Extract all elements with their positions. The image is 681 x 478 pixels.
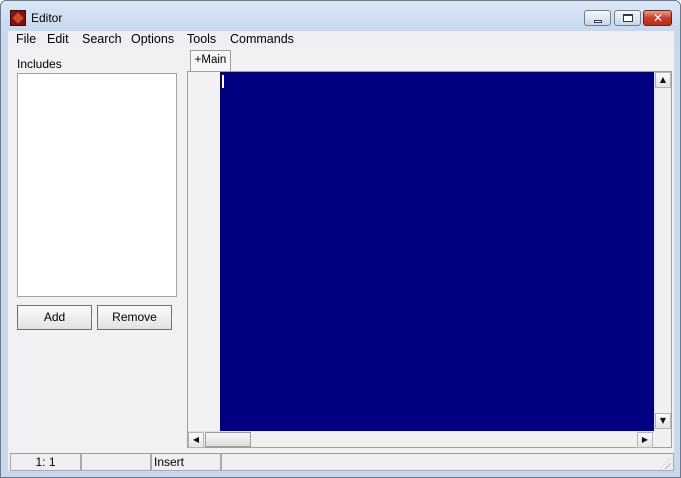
status-message <box>221 453 674 471</box>
close-icon: ✕ <box>653 11 664 25</box>
menu-bar: File Edit Search Options Tools Commands <box>8 31 674 47</box>
minimize-button[interactable] <box>584 10 611 26</box>
cursor-position: 1: 1 <box>10 453 81 471</box>
close-button[interactable]: ✕ <box>643 10 672 26</box>
add-button[interactable]: Add <box>17 305 92 330</box>
menu-tools[interactable]: Tools <box>187 32 216 46</box>
horizontal-scrollbar[interactable]: ◀ ▶ <box>188 431 654 448</box>
menu-edit[interactable]: Edit <box>47 32 69 46</box>
tab-main[interactable]: +Main <box>190 50 231 71</box>
menu-file[interactable]: File <box>16 32 36 46</box>
vertical-scrollbar[interactable]: ▲ ▼ <box>654 72 671 431</box>
remove-button[interactable]: Remove <box>97 305 172 330</box>
editor-tabs: +Main <box>187 48 669 71</box>
window-title: Editor <box>31 11 63 25</box>
scroll-right-arrow-icon[interactable]: ▶ <box>637 432 653 448</box>
app-icon[interactable] <box>10 10 26 26</box>
status-bar: 1: 1 Insert <box>8 453 674 471</box>
maximize-button[interactable] <box>614 10 641 26</box>
maximize-icon <box>623 14 633 22</box>
minimize-icon <box>594 20 602 23</box>
horizontal-scroll-thumb[interactable] <box>205 432 251 447</box>
text-caret <box>222 75 224 88</box>
menu-commands[interactable]: Commands <box>230 32 294 46</box>
modified-indicator <box>81 453 151 471</box>
menu-options[interactable]: Options <box>131 32 174 46</box>
editor-frame: ▲ ▼ ◀ ▶ <box>187 71 672 448</box>
scroll-down-arrow-icon[interactable]: ▼ <box>655 413 671 429</box>
edit-mode: Insert <box>151 453 221 471</box>
scrollbar-corner <box>654 431 671 447</box>
line-gutter <box>188 72 220 431</box>
title-bar[interactable]: Editor ✕ <box>1 1 680 31</box>
includes-label: Includes <box>17 57 62 71</box>
includes-list[interactable] <box>17 73 177 297</box>
scroll-up-arrow-icon[interactable]: ▲ <box>655 72 671 88</box>
code-editor[interactable] <box>220 72 654 431</box>
client-area: File Edit Search Options Tools Commands … <box>8 31 674 471</box>
scroll-left-arrow-icon[interactable]: ◀ <box>188 432 204 448</box>
menu-search[interactable]: Search <box>82 32 122 46</box>
editor-window: Editor ✕ File Edit Search Options Tools … <box>0 0 681 478</box>
